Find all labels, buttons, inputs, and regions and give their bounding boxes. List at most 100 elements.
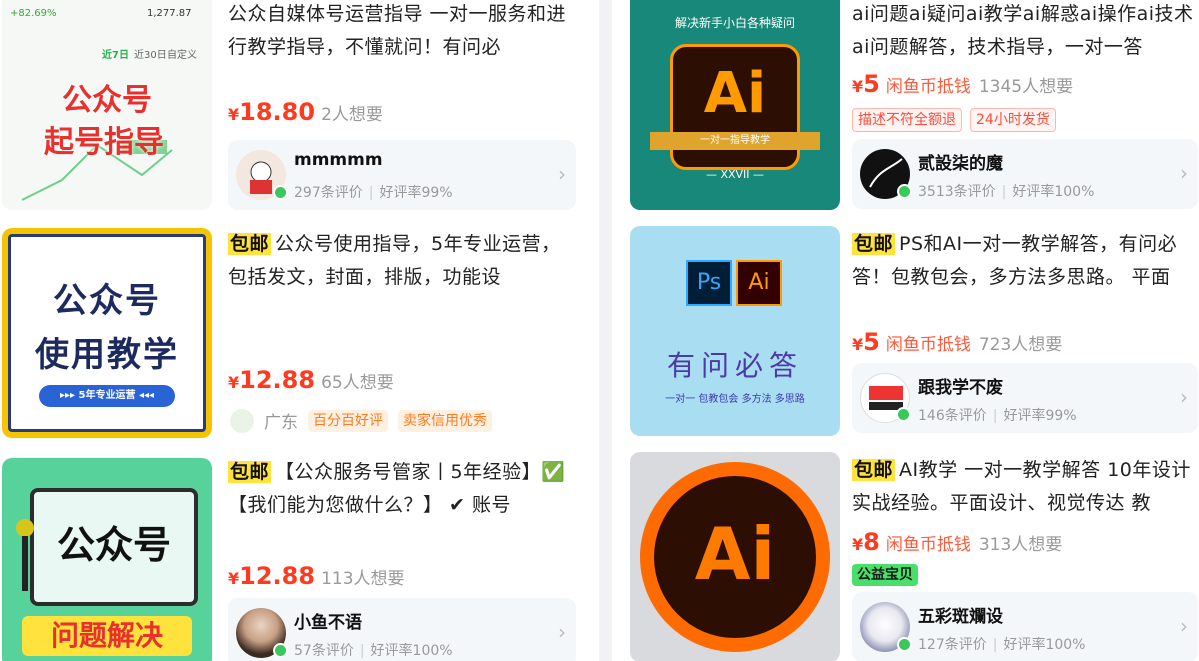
chevron-right-icon: ›: [1180, 161, 1188, 185]
want-count: 1345人想要: [978, 77, 1074, 97]
tag: 公益宝贝: [852, 564, 918, 586]
seller-stats: 3513条评价 | 好评率100%: [918, 184, 1095, 200]
seller-name: 跟我学不废: [918, 378, 1003, 398]
price: 12.88: [239, 562, 316, 590]
avatar: [860, 149, 912, 199]
currency-symbol: ¥: [228, 373, 240, 392]
shop-logo-icon: [230, 408, 254, 433]
price-row: ¥ 12.88 113人想要: [228, 562, 405, 590]
product-title[interactable]: 包邮 PS和AI一对一教学解答，有问必答！包教包会，多方法多思路。 平面: [852, 228, 1198, 294]
product-card[interactable]: 解决新手小白各种疑问 Ai 一对一指导教学 — XXVII — ai问题ai疑问…: [612, 0, 1199, 220]
product-card[interactable]: 公众号 使用教学 ▸▸▸ 5年专业运营 ◂◂◂ 包邮 公众号使用指导，5年专业运营…: [0, 220, 599, 446]
online-indicator: [273, 185, 288, 200]
avatar: [860, 373, 911, 423]
location-row: 广东 百分百好评 卖家信用优秀: [230, 408, 492, 433]
thumb-headline: 有问必答: [666, 349, 803, 382]
seller-card[interactable]: 小鱼不语 57条评价 | 好评率100% ›: [228, 598, 576, 661]
price: 5: [863, 70, 880, 98]
price-note: 闲鱼币抵钱: [885, 535, 971, 555]
price-note: 闲鱼币抵钱: [885, 77, 971, 97]
product-title[interactable]: 包邮 AI教学 一对一教学解答 10年设计实战经验。平面设计、视觉传达 教: [852, 454, 1198, 520]
price-row: ¥ 5 闲鱼币抵钱 1345人想要: [852, 70, 1073, 98]
product-card[interactable]: 公众号 问题解决 包邮 【公众服务号管家丨5年经验】✅【我们能为您做什么？】 ✔ …: [0, 446, 599, 661]
seller-stats: 297条评价 | 好评率99%: [294, 185, 453, 201]
microphone-icon: [16, 519, 34, 591]
currency-symbol: ¥: [852, 77, 864, 96]
product-thumbnail[interactable]: 解决新手小白各种疑问 Ai 一对一指导教学 — XXVII —: [630, 0, 840, 210]
chevron-right-icon: ›: [1180, 385, 1188, 409]
thumb-tab: 近30日: [134, 50, 167, 61]
free-shipping-badge: 包邮: [228, 461, 272, 483]
seller-stats: 57条评价 | 好评率100%: [294, 643, 453, 659]
currency-symbol: ¥: [228, 105, 240, 124]
ai-logo-icon: Ai: [703, 61, 767, 126]
product-title[interactable]: ai问题ai疑问ai教学ai解惑ai操作ai技术 ai问题解答，技术指导，一对一…: [852, 0, 1198, 64]
currency-symbol: ¥: [228, 569, 240, 588]
product-thumbnail[interactable]: +82.69% 1,277.87 近7日 近30日 自定义 公众号 起号指导: [2, 0, 212, 210]
seller-stats: 146条评价 | 好评率99%: [918, 408, 1077, 424]
thumb-banner: 一对一指导教学: [650, 132, 820, 150]
seller-name: mmmmm: [294, 150, 383, 170]
seller-name: 贰設柒的魔: [918, 154, 1003, 174]
want-count: 723人想要: [978, 335, 1063, 355]
online-indicator: [273, 643, 288, 658]
product-title[interactable]: 公众自媒体号运营指导 一对一服务和进行教学指导，不懂就问！有问必: [228, 0, 574, 64]
seller-name: 小鱼不语: [294, 613, 362, 633]
thumb-caption: 一对一 包教包会 多方法 多思路: [665, 394, 805, 405]
want-count: 65人想要: [321, 373, 394, 393]
product-card[interactable]: Ai 包邮 AI教学 一对一教学解答 10年设计实战经验。平面设计、视觉传达 教 …: [612, 446, 1199, 661]
seller-name: 五彩斑斕设: [918, 607, 1003, 627]
online-indicator: [897, 184, 912, 199]
avatar: [236, 150, 288, 200]
thumb-caption: 解决新手小白各种疑问: [674, 16, 795, 30]
want-count: 113人想要: [321, 569, 405, 589]
price: 18.80: [239, 98, 316, 126]
product-card[interactable]: Ps Ai 有问必答 一对一 包教包会 多方法 多思路 包邮 PS和AI一对一教学…: [612, 220, 1199, 446]
location: 广东: [264, 413, 298, 433]
thumb-stat: 1,277.87: [147, 8, 192, 19]
thumb-headline: 公众号: [56, 523, 171, 567]
product-thumbnail[interactable]: 公众号 使用教学 ▸▸▸ 5年专业运营 ◂◂◂: [2, 228, 212, 438]
tag-row: 公益宝贝: [852, 564, 918, 586]
chevron-right-icon: ›: [558, 162, 566, 186]
tag: 卖家信用优秀: [398, 409, 492, 432]
price-row: ¥ 12.88 65人想要: [228, 366, 394, 394]
tag: 描述不符全额退: [852, 108, 962, 132]
product-title[interactable]: 包邮 【公众服务号管家丨5年经验】✅【我们能为您做什么？】 ✔ 账号: [228, 456, 574, 522]
price-row: ¥ 8 闲鱼币抵钱 313人想要: [852, 528, 1062, 556]
thumb-headline: 起号指导: [44, 125, 164, 160]
thumb-tab: 近7日: [102, 50, 129, 61]
free-shipping-badge: 包邮: [852, 459, 896, 481]
thumb-tab: 自定义: [167, 50, 197, 61]
seller-card[interactable]: 跟我学不废 146条评价 | 好评率99% ›: [852, 363, 1198, 433]
seller-card[interactable]: 五彩斑斕设 127条评价 | 好评率100% ›: [852, 592, 1198, 661]
tag: 百分百好评: [308, 409, 388, 432]
tag-row: 描述不符全额退 24小时发货: [852, 108, 1056, 132]
want-count: 2人想要: [321, 105, 383, 125]
want-count: 313人想要: [978, 535, 1063, 555]
product-thumbnail[interactable]: Ai: [630, 452, 840, 661]
tag: 24小时发货: [970, 108, 1056, 132]
price-row: ¥ 5 闲鱼币抵钱 723人想要: [852, 328, 1062, 356]
avatar: [860, 602, 912, 652]
product-thumbnail[interactable]: 公众号 问题解决: [2, 458, 212, 661]
chevron-right-icon: ›: [1180, 614, 1188, 638]
price: 5: [863, 328, 880, 356]
product-card[interactable]: +82.69% 1,277.87 近7日 近30日 自定义 公众号 起号指导 公…: [0, 0, 599, 220]
free-shipping-badge: 包邮: [852, 233, 896, 255]
ai-logo-icon: Ai: [736, 260, 782, 306]
thumb-banner: ▸▸▸ 5年专业运营 ◂◂◂: [39, 385, 175, 407]
free-shipping-badge: 包邮: [228, 233, 272, 255]
price-note: 闲鱼币抵钱: [885, 335, 971, 355]
currency-symbol: ¥: [852, 535, 864, 554]
price: 8: [863, 528, 880, 556]
thumb-headline: 公众号: [62, 83, 152, 118]
seller-card[interactable]: 贰設柒的魔 3513条评价 | 好评率100% ›: [852, 139, 1198, 209]
product-thumbnail[interactable]: Ps Ai 有问必答 一对一 包教包会 多方法 多思路: [630, 226, 840, 436]
seller-card[interactable]: mmmmm 297条评价 | 好评率99% ›: [228, 140, 576, 210]
photoshop-logo-icon: Ps: [686, 260, 732, 306]
thumb-stat: +82.69%: [10, 8, 57, 19]
chevron-right-icon: ›: [558, 620, 566, 644]
product-title[interactable]: 包邮 公众号使用指导，5年专业运营，包括发文，封面，排版，功能设: [228, 228, 574, 294]
currency-symbol: ¥: [852, 335, 864, 354]
